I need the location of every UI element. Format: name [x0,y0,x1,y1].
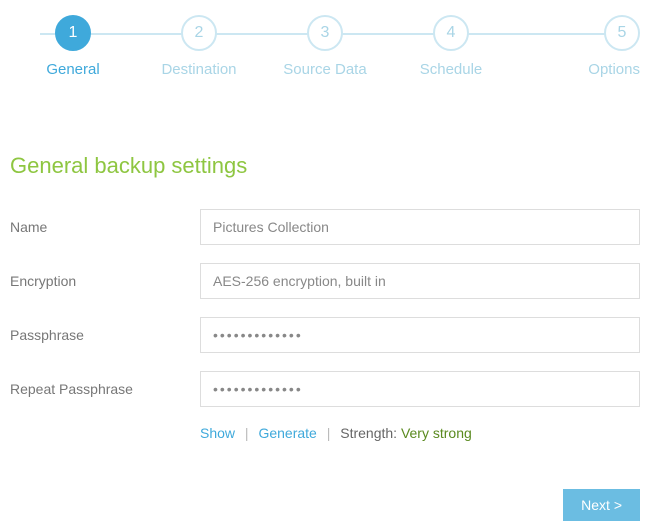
step-options[interactable]: 5 Options [514,15,640,78]
row-passphrase: Passphrase [10,317,640,353]
passphrase-helper: Show | Generate | Strength: Very strong [200,425,640,441]
row-repeat-passphrase: Repeat Passphrase [10,371,640,407]
next-button[interactable]: Next > [563,489,640,521]
footer: Next > [10,489,640,521]
repeat-passphrase-input[interactable] [200,371,640,407]
step-source-data[interactable]: 3 Source Data [262,15,388,78]
step-circle-3: 3 [307,15,343,51]
form-section: General backup settings Name Encryption … [10,153,640,441]
strength-value: Very strong [401,425,472,441]
divider-1: | [245,425,249,441]
step-label-options: Options [588,61,640,78]
step-label-source-data: Source Data [283,61,366,78]
step-label-destination: Destination [161,61,236,78]
label-repeat-passphrase: Repeat Passphrase [10,381,200,397]
strength-label: Strength: [340,425,401,441]
step-label-schedule: Schedule [420,61,483,78]
name-input[interactable] [200,209,640,245]
step-label-general: General [46,61,99,78]
step-circle-5: 5 [604,15,640,51]
passphrase-input[interactable] [200,317,640,353]
generate-link[interactable]: Generate [258,425,316,441]
divider-2: | [327,425,331,441]
row-encryption: Encryption [10,263,640,299]
section-title: General backup settings [10,153,640,179]
row-name: Name [10,209,640,245]
encryption-input[interactable] [200,263,640,299]
show-link[interactable]: Show [200,425,235,441]
step-schedule[interactable]: 4 Schedule [388,15,514,78]
label-passphrase: Passphrase [10,327,200,343]
step-destination[interactable]: 2 Destination [136,15,262,78]
step-general[interactable]: 1 General [10,15,136,78]
step-circle-1: 1 [55,15,91,51]
step-circle-4: 4 [433,15,469,51]
label-encryption: Encryption [10,273,200,289]
wizard-stepper: 1 General 2 Destination 3 Source Data 4 … [10,15,640,78]
label-name: Name [10,219,200,235]
step-circle-2: 2 [181,15,217,51]
